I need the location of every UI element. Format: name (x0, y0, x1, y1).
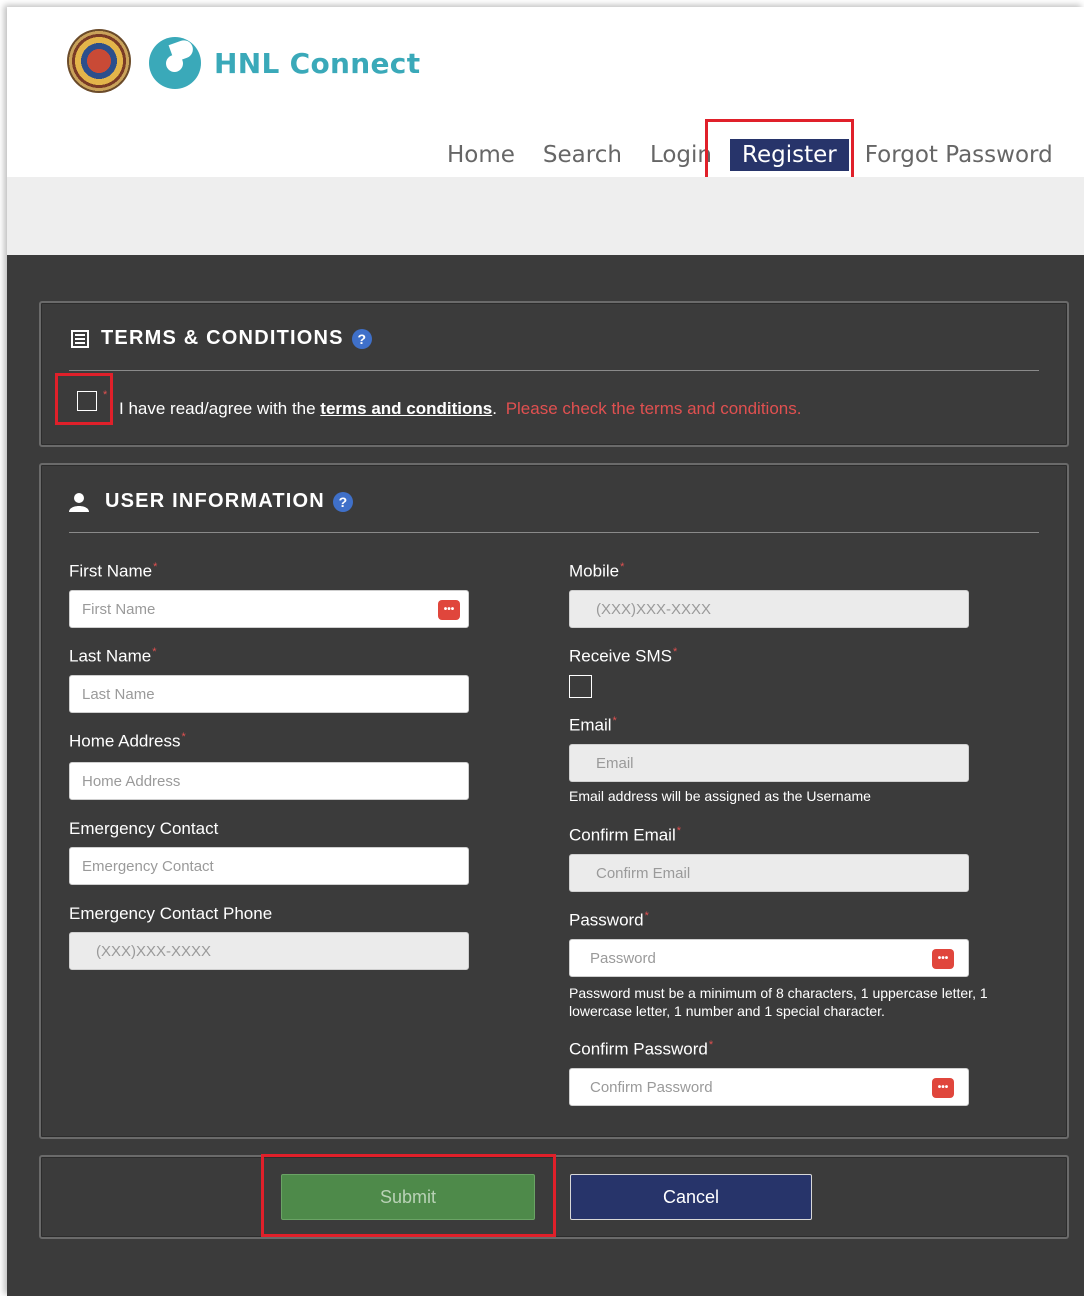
confirm-password-input[interactable]: Confirm Password ••• (569, 1068, 969, 1106)
emergency-contact-label: Emergency Contact (69, 819, 219, 838)
first-name-input[interactable]: First Name ••• (69, 590, 469, 628)
nav-home[interactable]: Home (447, 142, 515, 168)
city-seal-logo (67, 29, 131, 93)
home-address-input[interactable]: Home Address (69, 762, 469, 800)
first-name-label: First Name* (69, 561, 158, 581)
terms-agree-suffix: . (492, 399, 497, 418)
terms-error-message: Please check the terms and conditions. (505, 399, 802, 418)
email-input[interactable]: Email (569, 744, 969, 782)
terms-heading: TERMS & CONDITIONS ? (71, 327, 372, 350)
terms-agree-text: I have read/agree with the terms and con… (119, 399, 801, 419)
terms-panel: TERMS & CONDITIONS ? * I have read/agree… (39, 301, 1069, 447)
email-label: Email* (569, 715, 617, 735)
user-info-divider (69, 532, 1039, 533)
emergency-phone-input[interactable]: (XXX)XXX-XXXX (69, 932, 469, 970)
brand-name: HNL Connect (214, 46, 421, 80)
mobile-label: Mobile* (569, 561, 625, 581)
user-info-heading: USER INFORMATION ? (69, 490, 353, 513)
user-info-title: USER INFORMATION (105, 490, 325, 512)
confirm-email-input[interactable]: Confirm Email (569, 854, 969, 892)
header-band (7, 177, 1084, 255)
user-icon (69, 492, 89, 512)
email-hint: Email address will be assigned as the Us… (569, 788, 871, 804)
password-label: Password* (569, 910, 649, 930)
receive-sms-checkbox[interactable] (569, 675, 592, 698)
emergency-contact-input[interactable]: Emergency Contact (69, 847, 469, 885)
document-list-icon (71, 329, 89, 348)
terms-divider (69, 370, 1039, 371)
cancel-button[interactable]: Cancel (570, 1174, 812, 1220)
home-address-label: Home Address* (69, 731, 186, 751)
actions-panel: Submit Cancel (39, 1154, 1069, 1239)
terms-link[interactable]: terms and conditions (320, 399, 492, 418)
checkbox-highlight-box (55, 373, 113, 425)
receive-sms-label: Receive SMS* (569, 646, 678, 666)
terms-title: TERMS & CONDITIONS (101, 327, 344, 349)
submit-highlight-box (261, 1154, 556, 1237)
nav-search[interactable]: Search (543, 142, 622, 168)
input-helper-icon[interactable]: ••• (438, 600, 460, 620)
terms-help-icon[interactable]: ? (351, 328, 372, 349)
last-name-input[interactable]: Last Name (69, 675, 469, 713)
mobile-input[interactable]: (XXX)XXX-XXXX (569, 590, 969, 628)
confirm-password-label: Confirm Password* (569, 1039, 714, 1059)
password-input[interactable]: Password ••• (569, 939, 969, 977)
site-header: HNL Connect Home Search Login Register F… (7, 7, 1084, 188)
hnl-connect-logo-icon (149, 37, 201, 89)
input-helper-icon[interactable]: ••• (932, 949, 954, 969)
confirm-email-label: Confirm Email* (569, 825, 682, 845)
emergency-phone-label: Emergency Contact Phone (69, 904, 273, 923)
input-helper-icon[interactable]: ••• (932, 1078, 954, 1098)
terms-agree-prefix: I have read/agree with the (119, 399, 321, 418)
nav-login[interactable]: Login (650, 142, 712, 168)
password-hint: Password must be a minimum of 8 characte… (569, 985, 988, 1019)
user-info-panel: USER INFORMATION ? First Name* First Nam… (39, 463, 1069, 1139)
user-info-help-icon[interactable]: ? (332, 491, 353, 512)
page: HNL Connect Home Search Login Register F… (7, 7, 1084, 1296)
nav-forgot-password[interactable]: Forgot Password (865, 142, 1053, 168)
brand-logo[interactable]: HNL Connect (149, 33, 420, 93)
last-name-label: Last Name* (69, 646, 157, 666)
